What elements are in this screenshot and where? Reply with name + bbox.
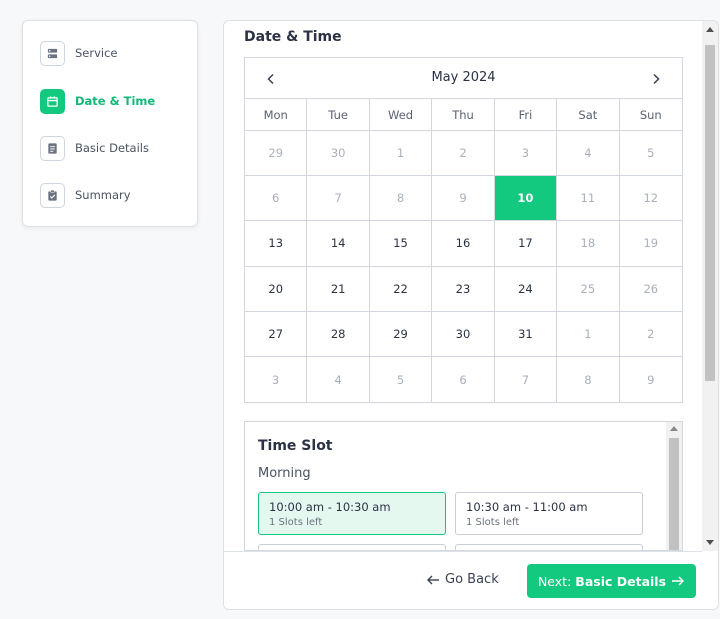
calendar-day[interactable]: 27 xyxy=(245,311,308,357)
calendar-day: 11 xyxy=(557,176,620,222)
chevron-right-icon xyxy=(653,73,660,85)
step-label: Service xyxy=(75,46,118,60)
next-month-button[interactable] xyxy=(644,67,668,91)
slot-time: 10:30 am - 11:00 am xyxy=(466,500,588,514)
calendar-day: 8 xyxy=(369,176,433,222)
calendar-day: 6 xyxy=(245,176,308,222)
calendar-day: 7 xyxy=(307,176,370,222)
panel-scrollbar[interactable] xyxy=(702,21,718,551)
calendar-day: 25 xyxy=(557,266,620,312)
booking-panel: Date & Time May 2024 Mon Tue Wed Thu Fri Sat S… xyxy=(223,20,719,610)
next-prefix: Next: xyxy=(537,573,572,589)
calendar-day[interactable]: 31 xyxy=(494,311,558,357)
calendar-day[interactable]: 17 xyxy=(494,221,558,267)
scrollbar-thumb[interactable] xyxy=(705,45,715,381)
calendar-day: 29 xyxy=(245,131,308,177)
calendar-day: 26 xyxy=(619,267,682,312)
calendar-day: 3 xyxy=(245,356,308,403)
calendar-day: 3 xyxy=(494,131,558,177)
calendar-day[interactable]: 30 xyxy=(432,311,495,357)
weekday-header: Fri xyxy=(494,99,558,131)
scroll-up-icon[interactable] xyxy=(670,426,678,431)
calendar-day[interactable]: 29 xyxy=(369,311,433,357)
weekday-header: Wed xyxy=(369,99,433,131)
slot-availability: 1 Slots left xyxy=(466,517,520,528)
calendar-day[interactable]: 23 xyxy=(432,266,495,312)
calendar-day: 5 xyxy=(370,356,433,403)
go-back-label: Go Back xyxy=(445,572,499,587)
calendar-day[interactable]: 16 xyxy=(432,221,495,267)
time-slot-option[interactable]: 10:00 am - 10:30 am 1 Slots left xyxy=(258,492,446,535)
calendar-day: 1 xyxy=(369,131,433,177)
calendar-day[interactable]: 14 xyxy=(307,221,370,267)
clipboard-check-icon xyxy=(40,182,65,208)
calendar-day-selected[interactable]: 10 xyxy=(494,176,558,222)
weekday-header: Tue xyxy=(307,99,370,131)
weekday-header: Thu xyxy=(432,99,495,131)
arrow-right-icon xyxy=(672,576,685,586)
step-summary[interactable]: Summary xyxy=(40,182,131,208)
next-button[interactable]: Next: Basic Details xyxy=(527,564,696,598)
calendar-day[interactable]: 15 xyxy=(369,221,433,267)
calendar-grid: Mon Tue Wed Thu Fri Sat Sun 29 30 1 2 3 4 5 6 7 8 9 10 11 12… xyxy=(245,99,682,403)
time-slot-option-partial[interactable] xyxy=(258,544,446,550)
calendar-icon xyxy=(40,88,65,114)
calendar-day: 8 xyxy=(557,356,620,403)
calendar-day: 4 xyxy=(557,131,620,177)
calendar-day: 9 xyxy=(432,176,495,222)
calendar-day[interactable]: 28 xyxy=(307,311,370,357)
scroll-up-icon[interactable] xyxy=(706,27,714,32)
calendar-day[interactable]: 24 xyxy=(494,266,558,312)
calendar-day: 30 xyxy=(307,131,370,177)
document-icon xyxy=(40,135,65,161)
weekday-header: Sun xyxy=(619,99,682,131)
next-target: Basic Details xyxy=(575,573,667,589)
calendar-day[interactable]: 21 xyxy=(307,266,370,312)
month-label: May 2024 xyxy=(431,70,496,85)
scroll-down-icon[interactable] xyxy=(706,540,714,545)
time-slot-option-partial[interactable] xyxy=(455,544,643,550)
calendar-day[interactable]: 20 xyxy=(245,266,308,312)
calendar-day: 9 xyxy=(647,372,655,387)
weekday-header: Mon xyxy=(245,99,308,131)
step-label: Summary xyxy=(75,188,131,202)
steps-sidebar: Service Date & Time Basic Details Summar… xyxy=(22,20,198,227)
go-back-button[interactable]: Go Back xyxy=(426,572,499,587)
step-date-time[interactable]: Date & Time xyxy=(40,88,155,114)
footer-actions: Go Back Next: Basic Details xyxy=(224,551,702,609)
calendar-day: 4 xyxy=(307,356,370,403)
time-slot-option[interactable]: 10:30 am - 11:00 am 1 Slots left xyxy=(455,492,643,535)
calendar-day: 2 xyxy=(619,312,682,357)
step-service[interactable]: Service xyxy=(40,40,118,66)
server-icon xyxy=(40,40,65,66)
step-label: Date & Time xyxy=(75,94,156,108)
page-title: Date & Time xyxy=(244,29,342,45)
calendar-header: May 2024 xyxy=(245,58,682,99)
arrow-left-icon xyxy=(427,575,439,584)
calendar-day: 18 xyxy=(557,221,620,267)
calendar-day: 12 xyxy=(619,176,682,222)
calendar-day: 1 xyxy=(557,311,620,357)
calendar-day: 19 xyxy=(619,221,682,267)
weekday-header: Sat xyxy=(557,99,620,131)
calendar-day: 6 xyxy=(432,356,495,403)
calendar-day[interactable]: 13 xyxy=(245,221,308,267)
time-slot-section: Time Slot Morning 10:00 am - 10:30 am 1 … xyxy=(244,421,683,551)
slot-availability: 1 Slots left xyxy=(269,517,323,528)
time-slot-scrollbar[interactable] xyxy=(666,422,682,550)
calendar: May 2024 Mon Tue Wed Thu Fri Sat Sun 29 30 1 2 3 4 5 6… xyxy=(244,57,683,404)
calendar-day: 7 xyxy=(495,356,558,403)
step-label: Basic Details xyxy=(75,141,149,155)
calendar-day: 5 xyxy=(619,131,682,177)
scrollbar-thumb[interactable] xyxy=(669,438,679,550)
period-label: Morning xyxy=(258,466,311,481)
time-slot-title: Time Slot xyxy=(258,438,333,454)
step-basic-details[interactable]: Basic Details xyxy=(40,135,149,161)
calendar-day: 2 xyxy=(432,131,495,177)
calendar-day[interactable]: 22 xyxy=(369,266,433,312)
slot-time: 10:00 am - 10:30 am xyxy=(269,500,391,514)
